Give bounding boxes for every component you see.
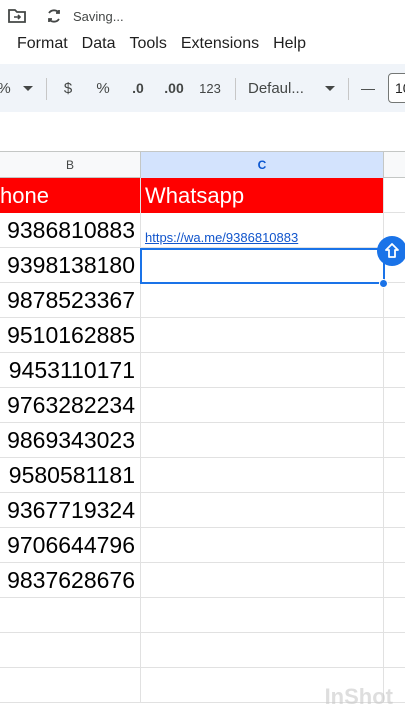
percent-format-button[interactable]: % <box>92 64 114 112</box>
column-header-b[interactable]: B <box>0 152 141 178</box>
column-header-c[interactable]: C <box>141 152 384 178</box>
cell-whatsapp[interactable] <box>141 283 384 318</box>
column-header-d[interactable] <box>384 152 405 178</box>
menu-bar: Format Data Tools Extensions Help <box>0 30 405 58</box>
table-row: 9510162885 <box>0 318 405 353</box>
table-row: 9837628676 <box>0 563 405 598</box>
cell-phone[interactable]: 9580581181 <box>0 458 141 493</box>
cell-phone[interactable] <box>0 598 141 633</box>
font-family-select[interactable]: Defaul... <box>248 64 314 112</box>
menu-help[interactable]: Help <box>273 35 306 53</box>
menu-data[interactable]: Data <box>82 35 116 53</box>
saving-status: Saving... <box>73 9 124 24</box>
cell-whatsapp[interactable] <box>141 493 384 528</box>
cell-whatsapp[interactable] <box>141 458 384 493</box>
table-row: 9580581181 <box>0 458 405 493</box>
cell-whatsapp[interactable] <box>141 423 384 458</box>
formula-bar[interactable] <box>0 112 405 152</box>
cell-phone[interactable]: 9510162885 <box>0 318 141 353</box>
status-row: Saving... <box>0 0 405 32</box>
toolbar-divider <box>46 78 47 100</box>
table-row: 9398138180 <box>0 248 405 283</box>
toolbar-divider <box>235 78 236 100</box>
cell-whatsapp[interactable] <box>141 598 384 633</box>
cell-whatsapp[interactable] <box>141 388 384 423</box>
table-row: 9453110171 <box>0 353 405 388</box>
cell-whatsapp[interactable] <box>141 353 384 388</box>
cell-phone[interactable]: 9869343023 <box>0 423 141 458</box>
decrease-font-size-button[interactable]: — <box>358 64 378 112</box>
fill-suggestion-icon[interactable] <box>377 236 405 266</box>
fill-handle[interactable] <box>379 279 388 288</box>
cell-whatsapp[interactable] <box>141 563 384 598</box>
percent-partial-button[interactable]: % <box>0 64 12 112</box>
currency-format-button[interactable]: $ <box>57 64 79 112</box>
cell-whatsapp[interactable] <box>141 318 384 353</box>
table-row: 9878523367 <box>0 283 405 318</box>
cell-phone[interactable]: 9837628676 <box>0 563 141 598</box>
table-row <box>0 633 405 668</box>
table-row: 9763282234 <box>0 388 405 423</box>
sync-icon <box>45 7 63 25</box>
increase-decimal-button[interactable]: .00 <box>160 64 188 112</box>
column-headers: B C <box>0 152 405 178</box>
menu-format[interactable]: Format <box>17 35 68 53</box>
table-row: 9706644796 <box>0 528 405 563</box>
decrease-decimal-button[interactable]: .0 <box>126 64 150 112</box>
table-row <box>0 598 405 633</box>
table-row: 9386810883 https://wa.me/9386810883 <box>0 213 405 248</box>
cell-phone[interactable]: 9706644796 <box>0 528 141 563</box>
cell-whatsapp[interactable] <box>141 248 384 283</box>
table-row: 9367719324 <box>0 493 405 528</box>
cell-whatsapp[interactable] <box>141 633 384 668</box>
chevron-down-icon[interactable] <box>322 64 338 112</box>
chevron-down-icon[interactable] <box>20 64 36 112</box>
cell-phone[interactable]: 9367719324 <box>0 493 141 528</box>
move-to-folder-icon[interactable] <box>7 8 27 24</box>
toolbar-divider <box>348 78 349 100</box>
cell-whatsapp[interactable] <box>141 528 384 563</box>
cell-header-phone[interactable]: hone <box>0 178 141 213</box>
toolbar: % $ % .0 .00 123 Defaul... — 10 <box>0 64 405 112</box>
menu-tools[interactable]: Tools <box>129 35 166 53</box>
table-row: hone Whatsapp <box>0 178 405 213</box>
cell-phone[interactable]: 9878523367 <box>0 283 141 318</box>
cell-whatsapp-link[interactable]: https://wa.me/9386810883 <box>141 213 384 248</box>
cell-phone[interactable] <box>0 633 141 668</box>
cell-phone[interactable]: 9453110171 <box>0 353 141 388</box>
font-size-input[interactable]: 10 <box>388 73 405 103</box>
watermark-logo: InShot <box>324 684 393 709</box>
cell-phone[interactable]: 9386810883 <box>0 213 141 248</box>
cell-phone[interactable] <box>0 668 141 703</box>
table-row: 9869343023 <box>0 423 405 458</box>
menu-extensions[interactable]: Extensions <box>181 35 259 53</box>
sheet-grid: hone Whatsapp 9386810883 https://wa.me/9… <box>0 178 405 720</box>
cell-phone[interactable]: 9763282234 <box>0 388 141 423</box>
number-format-button[interactable]: 123 <box>196 64 224 112</box>
cell-header-whatsapp[interactable]: Whatsapp <box>141 178 384 213</box>
cell-phone[interactable]: 9398138180 <box>0 248 141 283</box>
